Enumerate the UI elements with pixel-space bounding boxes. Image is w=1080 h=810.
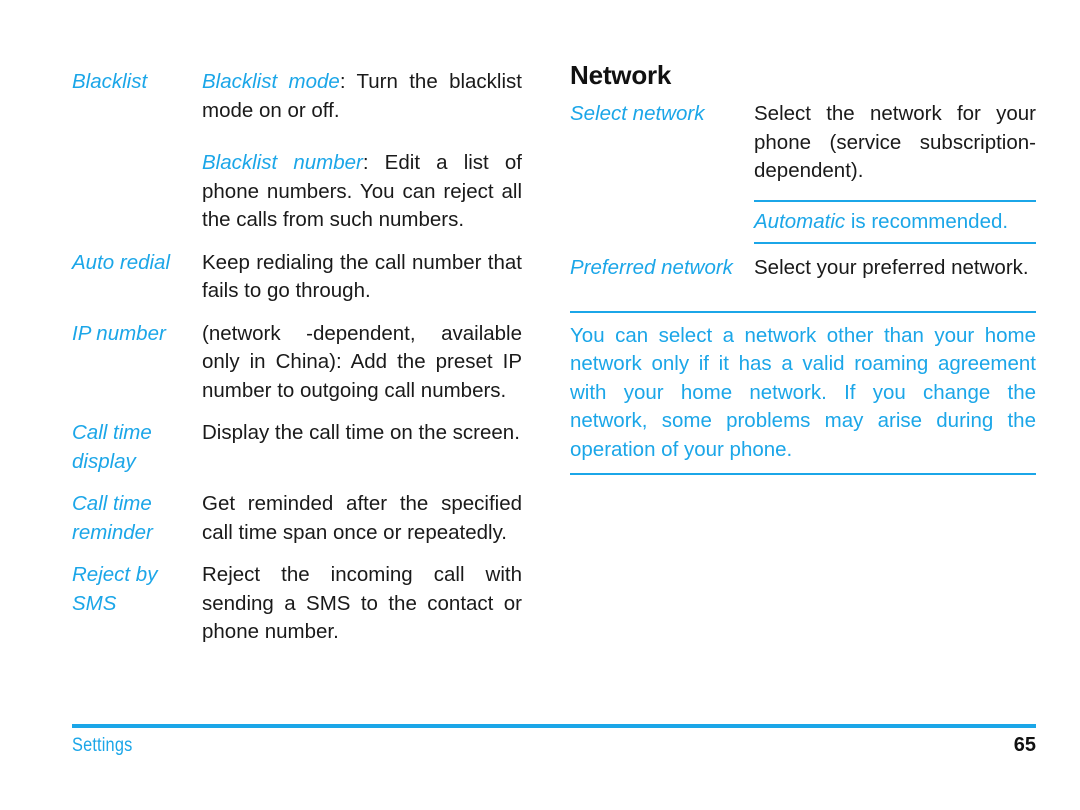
spec-description: (network -dependent, available only in C… bbox=[202, 320, 522, 406]
spec-row-preferred-network: Preferred network Select your preferred … bbox=[570, 254, 1036, 283]
spec-row-ip-number: IP number (network -dependent, available… bbox=[72, 320, 522, 406]
section-heading-network: Network bbox=[570, 60, 672, 90]
spec-paragraph: Blacklist number: Edit a list of phone n… bbox=[202, 149, 522, 235]
note-automatic-recommended: Automatic is recommended. bbox=[754, 199, 1036, 244]
spec-paragraph: Display the call time on the screen. bbox=[202, 421, 520, 444]
spec-label: Auto redial bbox=[72, 250, 171, 274]
spec-row-select-network: Select network Select the network for yo… bbox=[570, 100, 1036, 186]
spec-label: Call time display bbox=[72, 421, 152, 473]
spec-paragraph: (network -dependent, available only in C… bbox=[202, 321, 522, 402]
inline-term: Blacklist mode bbox=[202, 70, 340, 93]
spec-paragraph: Select your preferred network. bbox=[754, 256, 1029, 279]
spec-description: Blacklist mode: Turn the blacklist mode … bbox=[202, 68, 522, 235]
manual-page: Blacklist Blacklist mode: Turn the black… bbox=[0, 0, 1080, 810]
footer-row: Settings 65 bbox=[72, 734, 1036, 757]
spec-label: Blacklist bbox=[72, 70, 148, 93]
spec-description: Keep redialing the call number that fail… bbox=[202, 249, 522, 306]
inline-term: Blacklist number bbox=[202, 151, 363, 174]
spec-description: Select your preferred network. bbox=[754, 254, 1036, 283]
spec-row-auto-redial: Auto redial Keep redialing the call numb… bbox=[72, 249, 522, 306]
footer-divider bbox=[72, 724, 1036, 728]
spec-paragraph: Keep redialing the call number that fail… bbox=[202, 250, 522, 303]
spec-paragraph: Blacklist mode: Turn the blacklist mode … bbox=[202, 68, 522, 125]
spec-row-call-time-reminder: Call time reminder Get reminded after th… bbox=[72, 490, 522, 547]
spec-label: Reject by SMS bbox=[72, 563, 158, 615]
page-number: 65 bbox=[1013, 734, 1036, 756]
footer-section-label: Settings bbox=[72, 735, 133, 756]
page-columns: Blacklist Blacklist mode: Turn the black… bbox=[0, 0, 1080, 700]
inline-term: Automatic bbox=[754, 209, 846, 233]
spec-label: Preferred network bbox=[570, 256, 733, 279]
note-roaming-agreement: You can select a network other than your… bbox=[570, 310, 1036, 475]
spec-label: Select network bbox=[570, 102, 705, 125]
page-footer: Settings 65 bbox=[72, 724, 1036, 757]
spec-description: Reject the incoming call with sending a … bbox=[202, 561, 522, 647]
spec-row-blacklist: Blacklist Blacklist mode: Turn the black… bbox=[72, 68, 522, 235]
spec-label: Call time reminder bbox=[72, 492, 153, 544]
spec-paragraph: Select the network for your phone (servi… bbox=[754, 102, 1036, 182]
spec-description: Display the call time on the screen. bbox=[202, 419, 522, 448]
spec-paragraph: Reject the incoming call with sending a … bbox=[202, 563, 522, 643]
right-column: Network Select network Select the networ… bbox=[570, 60, 1036, 475]
spec-row-call-time-display: Call time display Display the call time … bbox=[72, 419, 522, 476]
spec-paragraph: Get reminded after the specified call ti… bbox=[202, 492, 522, 544]
inline-text: is recommended. bbox=[845, 209, 1009, 233]
left-column: Blacklist Blacklist mode: Turn the black… bbox=[72, 68, 522, 647]
spec-row-reject-by-sms: Reject by SMS Reject the incoming call w… bbox=[72, 561, 522, 647]
spec-description: Select the network for your phone (servi… bbox=[754, 100, 1036, 186]
spec-label: IP number bbox=[72, 321, 166, 345]
spec-description: Get reminded after the specified call ti… bbox=[202, 490, 522, 547]
